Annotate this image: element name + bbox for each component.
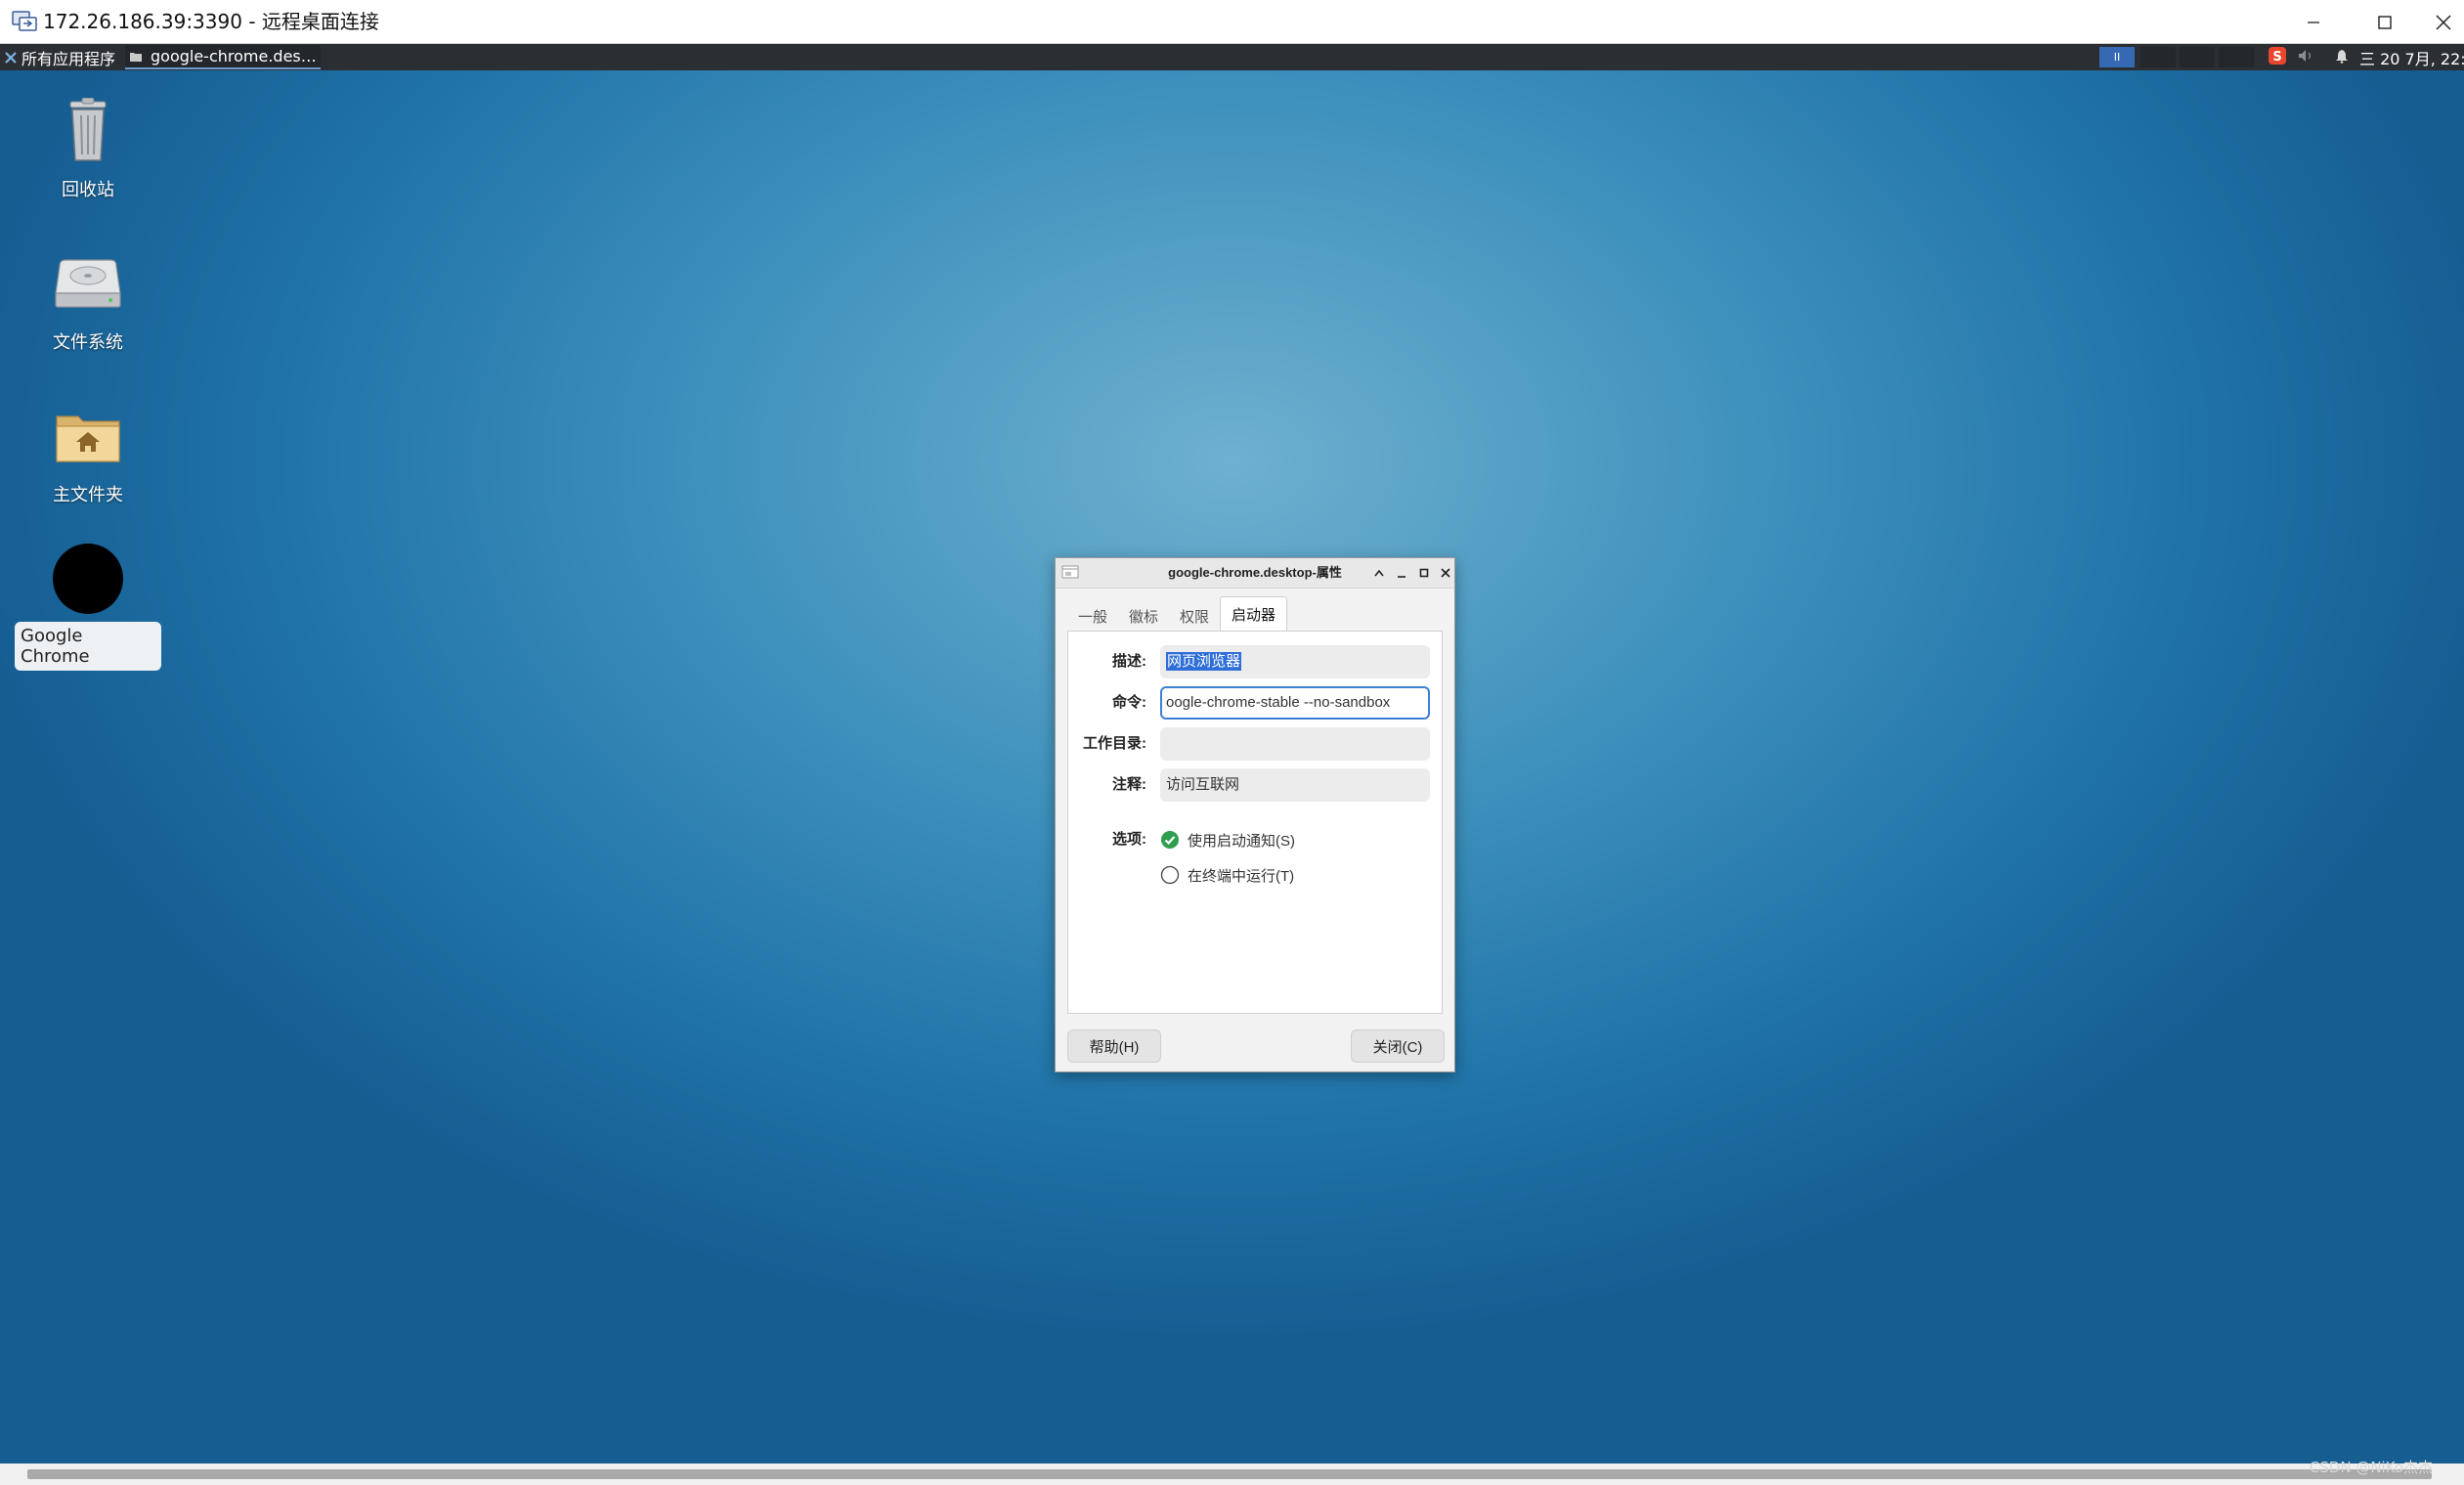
close-button[interactable]: 关闭(C) <box>1351 1029 1445 1063</box>
description-field[interactable]: 网页浏览器 <box>1160 645 1430 678</box>
description-row: 描述: 网页浏览器 <box>1068 645 1442 678</box>
command-field[interactable]: oogle-chrome-stable --no-sandbox <box>1160 686 1430 720</box>
command-row: 命令: oogle-chrome-stable --no-sandbox <box>1068 686 1442 720</box>
comment-field[interactable]: 访问互联网 <box>1160 768 1430 802</box>
startup-notify-checkbox[interactable]: 使用启动通知(S) <box>1160 827 1295 852</box>
horizontal-scrollbar[interactable] <box>0 1463 2464 1485</box>
comment-label: 注释: <box>1112 776 1146 793</box>
volume-icon[interactable] <box>2297 48 2314 67</box>
applications-menu-button[interactable]: 所有应用程序 <box>4 44 115 70</box>
dialog-titlebar[interactable]: google-chrome.desktop-属性 <box>1056 558 1454 589</box>
description-value: 网页浏览器 <box>1166 652 1242 671</box>
minimize-button[interactable] <box>2280 0 2347 44</box>
applications-menu-label: 所有应用程序 <box>22 49 116 68</box>
folder-icon <box>130 52 142 62</box>
close-window-button[interactable] <box>2423 0 2464 44</box>
notification-bell-icon[interactable] <box>2334 48 2350 67</box>
scrollbar-thumb[interactable] <box>27 1469 2432 1479</box>
workspace-label: II <box>2113 51 2121 64</box>
minimize-icon <box>2308 21 2319 23</box>
desktop-icon-label: 回收站 <box>62 180 114 200</box>
desktop-icon-label: 文件系统 <box>53 332 123 353</box>
workdir-label: 工作目录: <box>1083 735 1146 752</box>
close-icon <box>2436 14 2451 30</box>
command-label: 命令: <box>1112 694 1146 711</box>
dialog-close-button[interactable] <box>1437 564 1454 582</box>
dialog-minimize-button[interactable] <box>1393 564 1410 582</box>
desktop-icon-label: Google Chrome <box>15 622 161 671</box>
remote-desktop-icon <box>12 10 37 33</box>
comment-value: 访问互联网 <box>1166 776 1240 793</box>
taskbar-item-label: google-chrome.des… <box>151 47 317 66</box>
comment-row: 注释: 访问互联网 <box>1068 768 1442 802</box>
dialog-maximize-button[interactable] <box>1415 564 1433 582</box>
screen: 172.26.186.39:3390 - 远程桌面连接 所有应用程序 googl… <box>0 0 2464 1485</box>
maximize-button[interactable] <box>2352 0 2418 44</box>
chrome-app-icon <box>49 540 127 618</box>
trash-icon <box>49 92 127 170</box>
startup-notify-label: 使用启动通知(S) <box>1188 832 1295 850</box>
harddisk-icon <box>49 244 127 323</box>
maximize-icon <box>1419 568 1429 578</box>
command-value: oogle-chrome-stable --no-sandbox <box>1166 694 1391 711</box>
workdir-row: 工作目录: <box>1068 727 1442 761</box>
desktop[interactable]: 回收站 文件系统 主文件夹 Google Chrome google-chrom… <box>0 70 2464 1463</box>
tab-general[interactable]: 一般 <box>1067 601 1118 631</box>
xfce-mouse-icon <box>5 51 17 64</box>
maximize-icon <box>2378 15 2392 29</box>
unchecked-checkbox-icon <box>1160 865 1180 885</box>
desktop-icon-home[interactable]: 主文件夹 <box>15 397 161 508</box>
chevron-up-icon <box>1374 569 1384 577</box>
tab-permissions[interactable]: 权限 <box>1169 601 1220 631</box>
system-tray: S 三 20 7月, 22:55 <box>2268 44 2464 70</box>
workdir-field[interactable] <box>1160 727 1430 761</box>
top-panel: 所有应用程序 google-chrome.des… II S 三 20 7月, … <box>0 44 2464 70</box>
tab-launcher[interactable]: 启动器 <box>1220 596 1288 631</box>
desktop-icon-filesystem[interactable]: 文件系统 <box>15 244 161 356</box>
workspace-3-button[interactable] <box>2180 47 2215 67</box>
launcher-tab-panel: 描述: 网页浏览器 命令: oogle-chrome-stable --no-s… <box>1067 631 1443 1014</box>
run-in-terminal-label: 在终端中运行(T) <box>1188 867 1295 885</box>
tab-emblems[interactable]: 徽标 <box>1118 601 1169 631</box>
properties-dialog: google-chrome.desktop-属性 一般 徽标 权限 启动器 描述… <box>1055 557 1455 1072</box>
workspace-1-button[interactable]: II <box>2099 47 2135 67</box>
workspace-4-button[interactable] <box>2219 47 2254 67</box>
checked-checkbox-icon <box>1161 831 1179 849</box>
help-button[interactable]: 帮助(H) <box>1067 1029 1161 1063</box>
sogou-input-icon[interactable]: S <box>2268 46 2287 69</box>
tab-bar: 一般 徽标 权限 启动器 <box>1067 596 1288 631</box>
run-in-terminal-checkbox[interactable]: 在终端中运行(T) <box>1160 862 1294 888</box>
clock[interactable]: 三 20 7月, 22:55 <box>2359 46 2464 69</box>
taskbar-item-properties[interactable]: google-chrome.des… <box>125 45 321 69</box>
window-title: 172.26.186.39:3390 - 远程桌面连接 <box>43 10 379 33</box>
workspace-2-button[interactable] <box>2140 47 2176 67</box>
shade-button[interactable] <box>1370 564 1388 582</box>
desktop-icon-label: 主文件夹 <box>53 485 123 505</box>
options-label: 选项: <box>1112 831 1146 848</box>
close-icon <box>1441 568 1450 578</box>
desktop-icon-trash[interactable]: 回收站 <box>15 92 161 203</box>
rdp-titlebar[interactable]: 172.26.186.39:3390 - 远程桌面连接 <box>0 0 2464 44</box>
minimize-icon <box>1398 576 1405 578</box>
watermark: CSDN @NiKo杰杰 <box>2309 1459 2433 1476</box>
desktop-icon-google-chrome[interactable]: Google Chrome <box>15 540 161 671</box>
description-label: 描述: <box>1112 653 1146 670</box>
svg-text:S: S <box>2272 50 2281 65</box>
home-folder-icon <box>49 397 127 475</box>
